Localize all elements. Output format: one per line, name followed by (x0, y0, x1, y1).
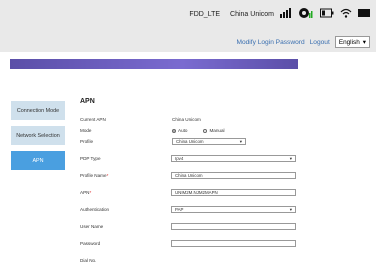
logout-link[interactable]: Logout (310, 39, 330, 46)
profile-name-row: Profile Name* China Unicom (80, 171, 296, 180)
mode-row: Mode Auto Manual (80, 126, 296, 135)
apn-value: UNIM2M.NJM2MAPN (175, 190, 218, 195)
sidebar-item-network-selection[interactable]: Network Selection (11, 126, 65, 145)
required-marker: * (89, 190, 92, 195)
modify-password-link[interactable]: Modify Login Password (236, 39, 304, 46)
username-label: User Name (80, 224, 104, 229)
message-icon[interactable] (358, 8, 370, 20)
radio-selected-icon (172, 128, 176, 133)
authentication-row: Authentication PAP ▾ (80, 205, 296, 214)
status-bar: FDD_LTE China Unicom (189, 6, 370, 22)
language-value: English (338, 38, 360, 46)
profile-row: Profile China Unicom ▾ (80, 137, 296, 146)
battery-icon (320, 8, 334, 20)
chevron-down-icon: ▾ (289, 206, 292, 212)
banner (10, 59, 298, 69)
profile-name-label: Profile Name* (80, 173, 109, 178)
authentication-value: PAP (175, 207, 184, 212)
dial-no-row: Dial No. (80, 256, 296, 265)
password-row: Password (80, 239, 296, 248)
authentication-select[interactable]: PAP ▾ (171, 206, 296, 213)
wifi-icon (340, 8, 352, 20)
sidebar-item-apn[interactable]: APN (11, 151, 65, 170)
password-input[interactable] (171, 240, 296, 247)
mode-manual-label: Manual (209, 128, 225, 133)
current-apn-label: Current APN (80, 117, 106, 122)
mode-auto-radio[interactable]: Auto (172, 128, 187, 133)
apn-panel: APN Current APN China Unicom Mode Auto M… (80, 98, 296, 267)
sidebar-item-label: Connection Mode (16, 107, 60, 114)
chevron-down-icon: ▾ (289, 155, 292, 161)
apn-row: APN* UNIM2M.NJM2MAPN (80, 188, 296, 197)
password-label: Password (80, 241, 101, 246)
required-marker: * (106, 173, 109, 178)
apn-label: APN* (80, 190, 92, 195)
signal-icon (280, 8, 292, 20)
mode-label: Mode (80, 128, 92, 133)
sidebar: Connection Mode Network Selection APN (11, 101, 65, 176)
language-select[interactable]: English ▾ (334, 36, 370, 48)
profile-name-input[interactable]: China Unicom (171, 172, 296, 179)
pdp-type-value: Ipv4 (175, 156, 184, 161)
current-apn-row: Current APN China Unicom (80, 115, 296, 124)
mode-auto-label: Auto (178, 128, 188, 133)
username-input[interactable] (171, 223, 296, 230)
chevron-down-icon: ▾ (239, 138, 242, 144)
chevron-down-icon: ▾ (362, 39, 366, 46)
sidebar-item-label: Network Selection (16, 132, 60, 139)
profile-value: China Unicom (176, 139, 204, 144)
sidebar-item-label: APN (32, 157, 44, 164)
username-row: User Name (80, 222, 296, 231)
pdp-type-select[interactable]: Ipv4 ▾ (171, 155, 296, 162)
apn-input[interactable]: UNIM2M.NJM2MAPN (171, 189, 296, 196)
top-bar: FDD_LTE China Unicom Modify Login Passwo… (0, 0, 376, 52)
profile-label: Profile (80, 139, 94, 144)
profile-select[interactable]: China Unicom ▾ (172, 138, 246, 145)
pdp-type-label: PDP Type (80, 156, 101, 161)
carrier-name: China Unicom (230, 10, 274, 18)
header-links: Modify Login Password Logout English ▾ (236, 36, 370, 48)
authentication-label: Authentication (80, 207, 110, 212)
network-type: FDD_LTE (189, 10, 221, 18)
page-title: APN (80, 98, 95, 105)
sim-status-icon (298, 7, 314, 21)
radio-unselected-icon (203, 128, 208, 133)
profile-name-value: China Unicom (175, 173, 203, 178)
sidebar-item-connection-mode[interactable]: Connection Mode (11, 101, 65, 120)
mode-manual-radio[interactable]: Manual (203, 128, 225, 133)
pdp-type-row: PDP Type Ipv4 ▾ (80, 154, 296, 163)
current-apn-value: China Unicom (172, 117, 201, 122)
